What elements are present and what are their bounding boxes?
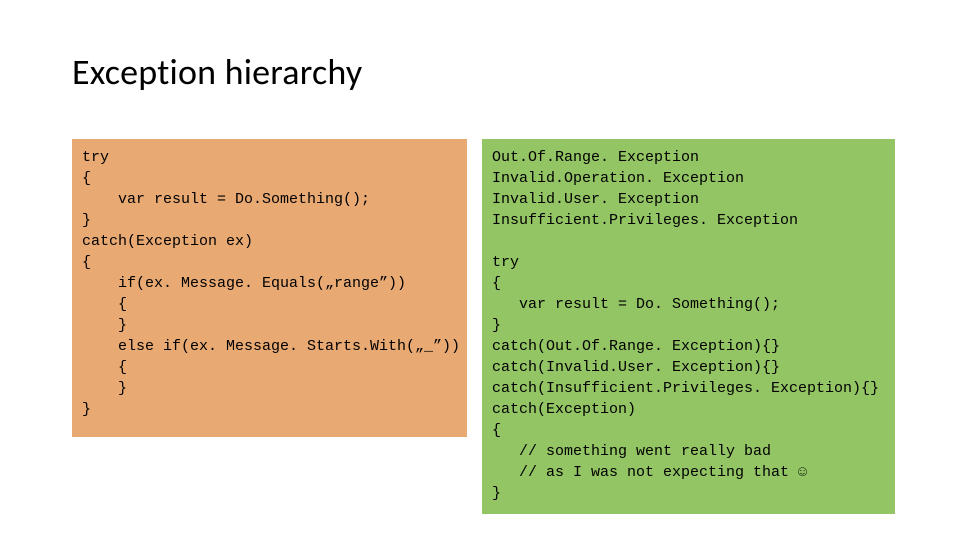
code-block-bad-example: try { var result = Do.Something(); } cat… — [72, 139, 467, 437]
slide-title: Exception hierarchy — [72, 50, 895, 94]
code-block-good-example: Out.Of.Range. Exception Invalid.Operatio… — [482, 139, 895, 514]
code-columns: try { var result = Do.Something(); } cat… — [72, 139, 895, 514]
slide: Exception hierarchy try { var result = D… — [0, 0, 960, 540]
